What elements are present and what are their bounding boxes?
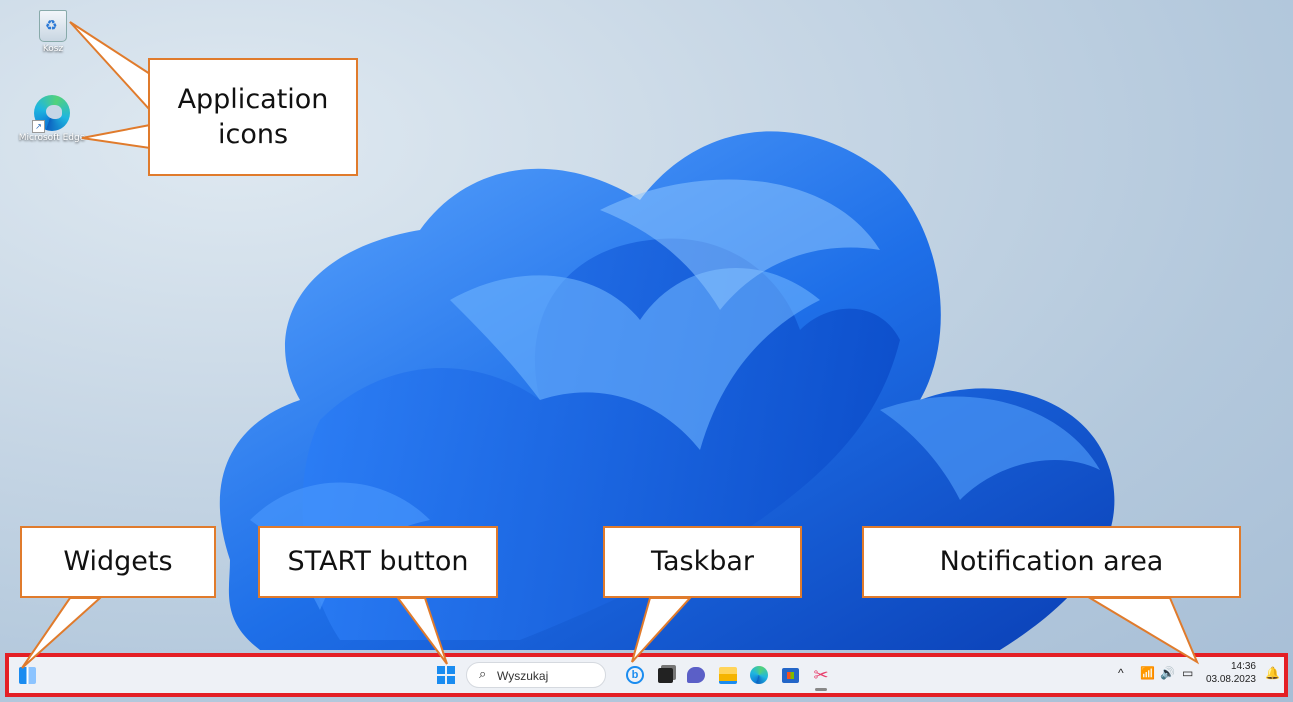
callout-widgets: Widgets (20, 526, 216, 598)
callout-start-button: START button (258, 526, 498, 598)
callout-notification-area: Notification area (862, 526, 1241, 598)
callout-taskbar: Taskbar (603, 526, 802, 598)
callout-application-icons: Application icons (148, 58, 358, 176)
